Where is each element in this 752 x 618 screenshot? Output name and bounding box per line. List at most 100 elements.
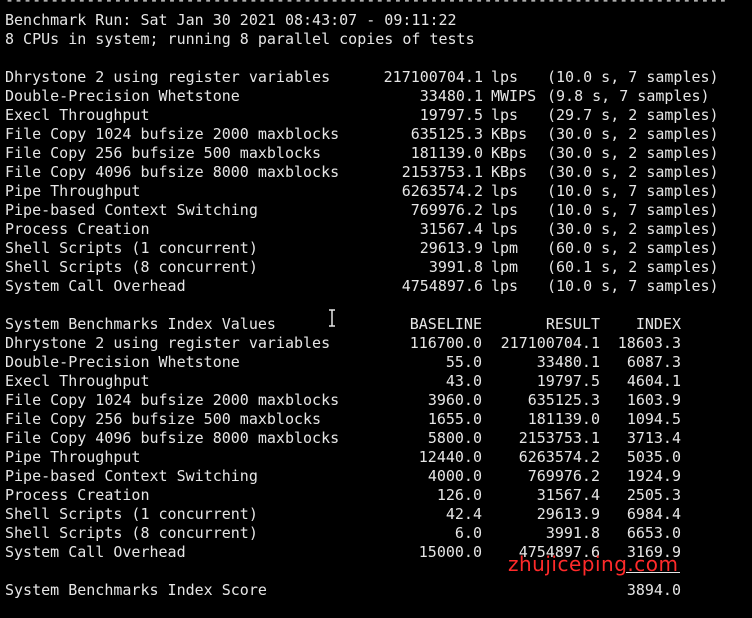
result-test-name: File Copy 256 bufsize 500 maxblocks — [5, 144, 322, 162]
result-detail: (9.8 s, 7 samples) — [547, 87, 710, 105]
index-value: 18603.3 — [617, 334, 681, 352]
result-value: 4754897.6 — [401, 277, 483, 295]
index-baseline: 42.4 — [445, 505, 482, 523]
index-result: 769976.2 — [527, 467, 600, 485]
result-unit: lps — [491, 106, 519, 124]
result-detail: (30.0 s, 2 samples) — [547, 125, 719, 143]
result-value: 31567.4 — [419, 220, 483, 238]
index-value: 6653.0 — [626, 524, 681, 542]
index-test-name: Double-Precision Whetstone — [5, 353, 240, 371]
index-score-value: 3894.0 — [626, 581, 681, 599]
index-baseline: 1655.0 — [427, 410, 482, 428]
index-baseline: 126.0 — [436, 486, 482, 504]
index-baseline: 5800.0 — [427, 429, 482, 447]
index-value: 5035.0 — [626, 448, 681, 466]
result-value: 2153753.1 — [401, 163, 483, 181]
result-detail: (30.0 s, 2 samples) — [547, 163, 719, 181]
index-result: 29613.9 — [536, 505, 600, 523]
index-value: 3713.4 — [626, 429, 681, 447]
index-value: 1603.9 — [626, 391, 681, 409]
text-cursor-icon — [329, 309, 335, 327]
index-baseline: 43.0 — [445, 372, 482, 390]
index-result: 217100704.1 — [500, 334, 600, 352]
index-value: 2505.3 — [626, 486, 681, 504]
separator-rule: ----------------------------------------… — [5, 0, 728, 9]
index-result: 2153753.1 — [518, 429, 600, 447]
result-unit: lpm — [491, 258, 519, 276]
index-value: 4604.1 — [626, 372, 681, 390]
result-value: 181139.0 — [410, 144, 483, 162]
result-detail: (60.0 s, 2 samples) — [547, 239, 719, 257]
benchmark-run-line: Benchmark Run: Sat Jan 30 2021 08:43:07 … — [5, 11, 457, 29]
result-detail: (10.0 s, 7 samples) — [547, 68, 719, 86]
index-result: 33480.1 — [536, 353, 600, 371]
index-test-name: Pipe Throughput — [5, 448, 141, 466]
result-value: 3991.8 — [428, 258, 483, 276]
result-value: 19797.5 — [419, 106, 483, 124]
result-test-name: Execl Throughput — [5, 106, 150, 124]
result-test-name: System Call Overhead — [5, 277, 186, 295]
result-value: 769976.2 — [410, 201, 483, 219]
watermark-text: zhujiceping.com — [508, 552, 679, 576]
result-unit: KBps — [491, 125, 528, 143]
index-baseline: 6.0 — [454, 524, 482, 542]
result-detail: (29.7 s, 2 samples) — [547, 106, 719, 124]
index-test-name: System Call Overhead — [5, 543, 186, 561]
index-test-name: Shell Scripts (1 concurrent) — [5, 505, 258, 523]
index-test-name: Dhrystone 2 using register variables — [5, 334, 331, 352]
baseline-header: BASELINE — [409, 315, 482, 333]
result-unit: lps — [491, 277, 519, 295]
index-test-name: File Copy 256 bufsize 500 maxblocks — [5, 410, 322, 428]
result-test-name: Pipe Throughput — [5, 182, 141, 200]
result-unit: KBps — [491, 144, 528, 162]
index-baseline: 3960.0 — [427, 391, 482, 409]
result-unit: lpm — [491, 239, 519, 257]
index-value: 1924.9 — [626, 467, 681, 485]
index-value: 6984.4 — [626, 505, 681, 523]
result-value: 6263574.2 — [401, 182, 483, 200]
result-unit: KBps — [491, 163, 528, 181]
index-value: 1094.5 — [626, 410, 681, 428]
index-result: 19797.5 — [536, 372, 600, 390]
result-detail: (10.0 s, 7 samples) — [547, 182, 719, 200]
index-test-name: File Copy 4096 bufsize 8000 maxblocks — [5, 429, 340, 447]
terminal-window[interactable]: ----------------------------------------… — [0, 0, 752, 618]
result-unit: lps — [491, 201, 519, 219]
result-test-name: File Copy 4096 bufsize 8000 maxblocks — [5, 163, 340, 181]
result-unit: MWIPS — [491, 87, 537, 105]
index-test-name: Pipe-based Context Switching — [5, 467, 258, 485]
index-result: 181139.0 — [527, 410, 600, 428]
result-test-name: Process Creation — [5, 220, 150, 238]
index-result: 3991.8 — [545, 524, 600, 542]
result-value: 217100704.1 — [383, 68, 483, 86]
result-detail: (10.0 s, 7 samples) — [547, 201, 719, 219]
result-detail: (30.0 s, 2 samples) — [547, 220, 719, 238]
result-test-name: File Copy 1024 bufsize 2000 maxblocks — [5, 125, 340, 143]
index-value: 6087.3 — [626, 353, 681, 371]
index-test-name: Shell Scripts (8 concurrent) — [5, 524, 258, 542]
index-test-name: Process Creation — [5, 486, 150, 504]
result-test-name: Pipe-based Context Switching — [5, 201, 258, 219]
result-value: 29613.9 — [419, 239, 483, 257]
result-detail: (60.1 s, 2 samples) — [547, 258, 719, 276]
index-score-label: System Benchmarks Index Score — [5, 581, 267, 599]
index-baseline: 4000.0 — [427, 467, 482, 485]
result-detail: (10.0 s, 7 samples) — [547, 277, 719, 295]
cpu-info-line: 8 CPUs in system; running 8 parallel cop… — [5, 30, 475, 48]
index-test-name: File Copy 1024 bufsize 2000 maxblocks — [5, 391, 340, 409]
index-result: 6263574.2 — [518, 448, 600, 466]
index-header: INDEX — [635, 315, 681, 333]
index-test-name: Execl Throughput — [5, 372, 150, 390]
index-result: 31567.4 — [536, 486, 600, 504]
index-baseline: 12440.0 — [418, 448, 482, 466]
index-baseline: 116700.0 — [409, 334, 482, 352]
result-test-name: Shell Scripts (1 concurrent) — [5, 239, 258, 257]
result-test-name: Shell Scripts (8 concurrent) — [5, 258, 258, 276]
result-value: 33480.1 — [419, 87, 483, 105]
result-test-name: Double-Precision Whetstone — [5, 87, 240, 105]
index-result: 635125.3 — [527, 391, 600, 409]
result-unit: lps — [491, 182, 519, 200]
index-baseline: 15000.0 — [418, 543, 482, 561]
index-baseline: 55.0 — [445, 353, 482, 371]
result-test-name: Dhrystone 2 using register variables — [5, 68, 331, 86]
